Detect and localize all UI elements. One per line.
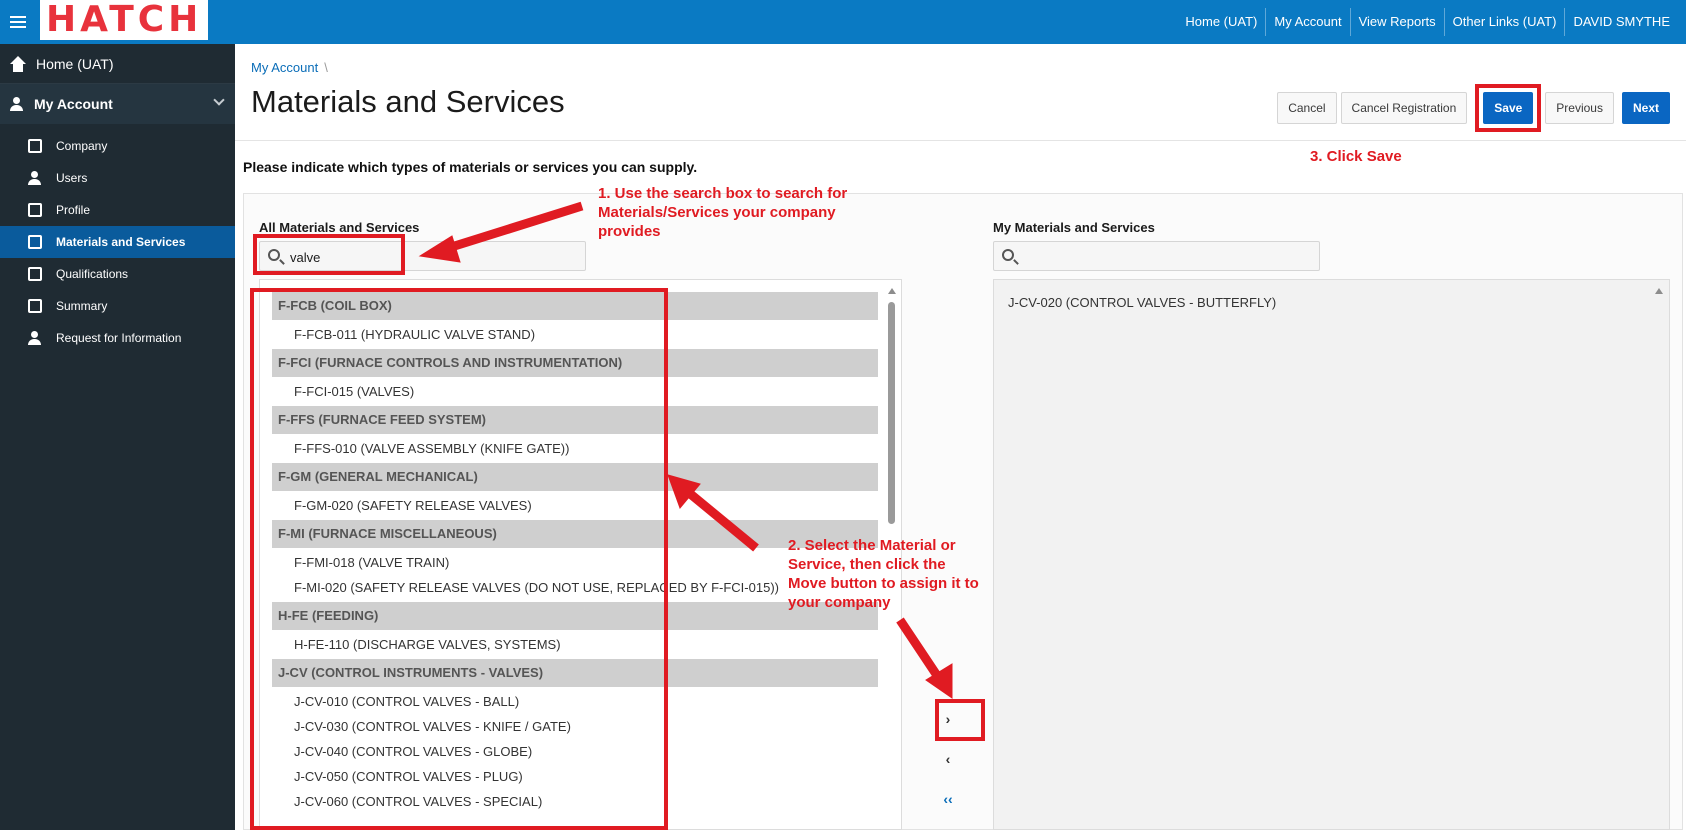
sidebar-item-label: Summary	[56, 299, 108, 313]
logo[interactable]: HATCH	[40, 0, 209, 40]
tools-icon	[28, 235, 42, 249]
building-icon	[28, 139, 42, 153]
header-divider	[235, 140, 1686, 141]
breadcrumb-separator: \	[324, 60, 328, 75]
sidebar-item-qualifications[interactable]: Qualifications	[0, 258, 235, 290]
sidebar-item-materials-services[interactable]: Materials and Services	[0, 226, 235, 258]
id-card-icon	[28, 203, 42, 217]
sidebar-item-label: Request for Information	[56, 331, 182, 345]
move-highlight-box	[935, 699, 985, 741]
scroll-up-icon[interactable]	[1655, 288, 1663, 294]
breadcrumb: My Account \	[251, 60, 328, 75]
annotation-step3: 3. Click Save	[1310, 148, 1402, 165]
nav-home[interactable]: Home (UAT)	[1177, 8, 1265, 36]
my-materials-list[interactable]: J-CV-020 (CONTROL VALVES - BUTTERFLY)	[993, 279, 1670, 830]
nav-other-links[interactable]: Other Links (UAT)	[1443, 8, 1565, 36]
scroll-thumb[interactable]	[888, 302, 895, 524]
users-icon	[28, 171, 42, 185]
search-highlight-box	[253, 234, 405, 275]
my-materials-search-input[interactable]	[1024, 246, 1304, 268]
user-chat-icon	[28, 331, 42, 345]
sidebar-account-label: My Account	[34, 96, 113, 112]
logo-text: HATCH	[46, 0, 203, 40]
nav-view-reports[interactable]: View Reports	[1349, 8, 1444, 36]
remove-all-button[interactable]: ‹‹	[935, 786, 961, 812]
home-icon	[10, 55, 26, 72]
annotation-step1: 1. Use the search box to search for Mate…	[598, 185, 848, 240]
sidebar-item-label: Materials and Services	[56, 235, 186, 249]
sidebar-item-my-account[interactable]: My Account	[0, 84, 235, 124]
instructions-text: Please indicate which types of materials…	[243, 159, 698, 175]
cancel-button[interactable]: Cancel	[1277, 92, 1337, 124]
sidebar-item-request-info[interactable]: Request for Information	[0, 322, 235, 354]
sidebar-item-label: Qualifications	[56, 267, 129, 281]
account-icon	[10, 97, 24, 111]
scroll-up-icon[interactable]	[888, 288, 896, 294]
nav-user-menu[interactable]: DAVID SMYTHE	[1564, 8, 1678, 36]
sidebar-item-label: Users	[56, 171, 88, 185]
list-item[interactable]: J-CV-020 (CONTROL VALVES - BUTTERFLY)	[994, 290, 1669, 315]
sidebar-item-profile[interactable]: Profile	[0, 194, 235, 226]
my-materials-search[interactable]	[993, 241, 1320, 271]
annotation-step2: 2. Select the Material or Service, then …	[788, 537, 979, 611]
page-title: Materials and Services	[251, 84, 565, 119]
sidebar-item-label: Profile	[56, 203, 91, 217]
save-button[interactable]: Save	[1483, 92, 1534, 124]
sidebar-submenu: Company Users Profile Materials and Serv…	[0, 124, 235, 354]
move-all-button[interactable]: ››	[935, 666, 961, 692]
sidebar-home-label: Home (UAT)	[36, 55, 114, 72]
my-materials-label: My Materials and Services	[993, 220, 1155, 235]
breadcrumb-my-account[interactable]: My Account	[251, 60, 318, 75]
remove-button[interactable]: ‹	[935, 746, 961, 772]
menu-icon[interactable]	[10, 16, 26, 30]
save-highlight-box: Save	[1475, 84, 1542, 132]
nav-my-account[interactable]: My Account	[1265, 8, 1349, 36]
list-icon	[28, 299, 42, 313]
top-bar: HATCH Home (UAT) My Account View Reports…	[0, 0, 1686, 44]
top-nav: Home (UAT) My Account View Reports Other…	[1177, 8, 1678, 36]
chevron-down-icon[interactable]	[213, 94, 225, 106]
sidebar: Home (UAT) My Account Company Users Prof…	[0, 44, 235, 830]
sidebar-item-summary[interactable]: Summary	[0, 290, 235, 322]
search-icon	[1002, 249, 1014, 261]
certificate-icon	[28, 267, 42, 281]
list-highlight-box	[250, 288, 668, 830]
next-button[interactable]: Next	[1621, 92, 1670, 124]
all-materials-label: All Materials and Services	[259, 220, 420, 235]
sidebar-item-home[interactable]: Home (UAT)	[0, 44, 235, 84]
sidebar-item-label: Company	[56, 139, 108, 153]
previous-button[interactable]: Previous	[1545, 92, 1614, 124]
action-bar: Cancel Cancel Registration Save Previous…	[1273, 84, 1670, 132]
sidebar-item-users[interactable]: Users	[0, 162, 235, 194]
sidebar-item-company[interactable]: Company	[0, 130, 235, 162]
cancel-registration-button[interactable]: Cancel Registration	[1340, 92, 1468, 124]
